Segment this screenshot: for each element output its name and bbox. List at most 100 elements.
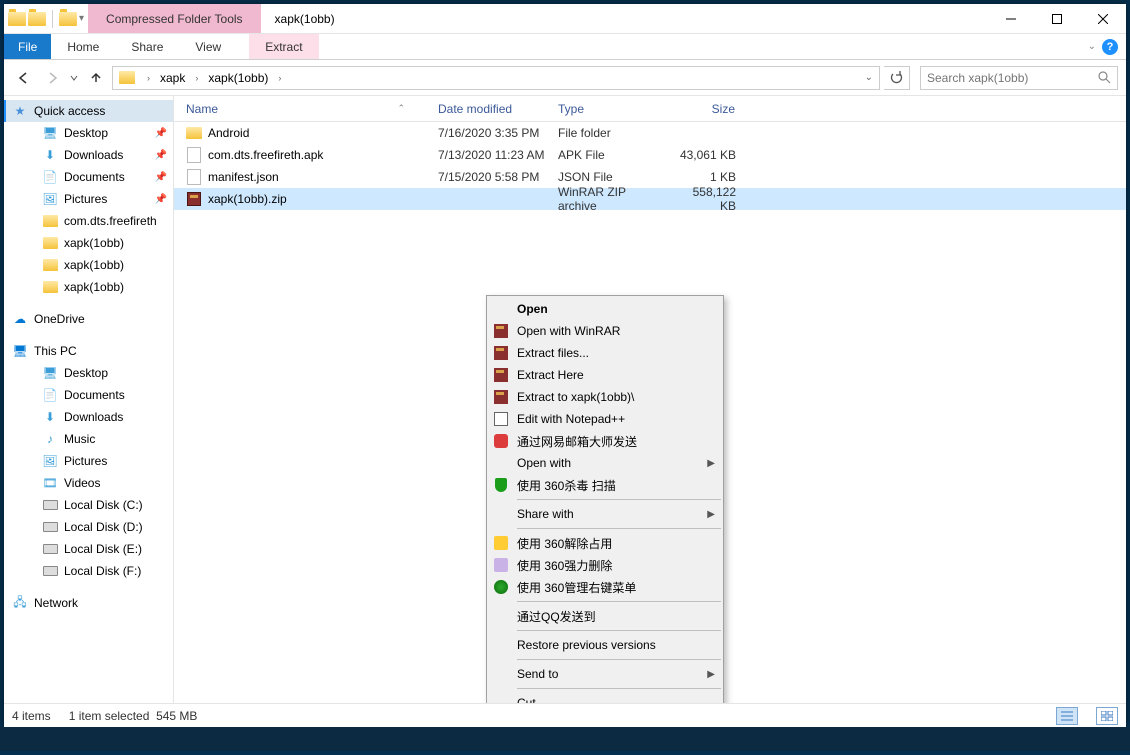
sidebar-item-drive-d[interactable]: Local Disk (D:) [4,516,173,538]
menu-item-label: 使用 360管理右键菜单 [517,579,715,596]
context-menu-item[interactable]: Edit with Notepad++ [487,408,723,430]
back-button[interactable] [12,66,36,90]
address-bar[interactable]: › xapk › xapk(1obb) › ⌄ [112,66,880,90]
tab-file[interactable]: File [4,34,51,59]
qat-folder-button[interactable] [28,10,46,28]
sidebar-item-drive-c[interactable]: Local Disk (C:) [4,494,173,516]
sidebar-item-downloads[interactable]: ⬇Downloads📌 [4,144,173,166]
file-name: Android [208,126,249,140]
search-box[interactable] [920,66,1118,90]
up-button[interactable] [84,66,108,90]
recent-dropdown-icon[interactable] [68,66,80,90]
breadcrumb-seg-2[interactable]: xapk(1obb) [204,71,272,85]
folder-icon [42,279,58,295]
menu-item-label: Send to [517,667,701,681]
tab-extract[interactable]: Extract [249,34,318,59]
explorer-window: ▾ Compressed Folder Tools xapk(1obb) Fil… [4,4,1126,727]
breadcrumb-seg-1[interactable]: xapk [156,71,189,85]
context-menu-item[interactable]: Open [487,298,723,320]
chevron-right-icon[interactable]: › [143,73,154,83]
context-menu-item[interactable]: 使用 360解除占用 [487,532,723,554]
search-icon[interactable] [1098,71,1111,84]
menu-separator [517,630,721,631]
column-name[interactable]: Name⌃ [180,102,432,116]
sidebar-item-network[interactable]: 🖧Network [4,592,173,614]
view-details-button[interactable] [1056,707,1078,725]
forward-button[interactable] [40,66,64,90]
context-menu-item[interactable]: Open with▶ [487,452,723,474]
menu-item-icon [491,608,511,624]
file-name: com.dts.freefireth.apk [208,148,323,162]
tab-home[interactable]: Home [51,34,115,59]
sidebar-item-documents[interactable]: 📄Documents📌 [4,166,173,188]
menu-item-icon [491,666,511,682]
menu-separator [517,601,721,602]
qat-dropdown-icon[interactable]: ▾ [79,13,84,24]
context-menu-item[interactable]: Extract Here [487,364,723,386]
menu-item-label: 使用 360杀毒 扫描 [517,477,715,494]
sidebar-item-tp-documents[interactable]: 📄Documents [4,384,173,406]
sidebar-item-tp-music[interactable]: ♪Music [4,428,173,450]
file-icon [186,125,202,141]
context-menu-item[interactable]: Share with▶ [487,503,723,525]
file-row[interactable]: Android7/16/2020 3:35 PMFile folder [174,122,1126,144]
column-type[interactable]: Type [552,102,670,116]
help-button[interactable]: ? [1102,39,1118,55]
context-menu-item[interactable]: Open with WinRAR [487,320,723,342]
ribbon-context-tab[interactable]: Compressed Folder Tools [88,4,261,33]
sidebar-item-drive-e[interactable]: Local Disk (E:) [4,538,173,560]
sidebar-item-tp-pictures[interactable]: 🖼Pictures [4,450,173,472]
file-row[interactable]: com.dts.freefireth.apk7/13/2020 11:23 AM… [174,144,1126,166]
sidebar-item-this-pc[interactable]: 🖥This PC [4,340,173,362]
sidebar-item-pictures[interactable]: 🖼Pictures📌 [4,188,173,210]
menu-item-label: Extract to xapk(1obb)\ [517,390,715,404]
ribbon-expand-icon[interactable]: ⌄ [1088,41,1096,52]
menu-separator [517,528,721,529]
address-dropdown-icon[interactable]: ⌄ [861,72,877,83]
sidebar-item-tp-videos[interactable]: 🎞Videos [4,472,173,494]
chevron-right-icon[interactable]: › [191,73,202,83]
desktop-icon: 🖥 [42,365,58,381]
sidebar-item-desktop[interactable]: 🖥Desktop📌 [4,122,173,144]
window-controls [988,4,1126,33]
maximize-button[interactable] [1034,4,1080,33]
minimize-button[interactable] [988,4,1034,33]
sidebar-item-tp-downloads[interactable]: ⬇Downloads [4,406,173,428]
context-menu-item[interactable]: Extract to xapk(1obb)\ [487,386,723,408]
downloads-icon: ⬇ [42,409,58,425]
pictures-icon: 🖼 [42,191,58,207]
search-input[interactable] [927,71,1094,85]
refresh-button[interactable] [884,66,910,90]
sidebar-item-pinned[interactable]: xapk(1obb) [4,232,173,254]
sidebar-item-pinned[interactable]: com.dts.freefireth [4,210,173,232]
close-button[interactable] [1080,4,1126,33]
sidebar-item-quick-access[interactable]: ★ Quick access [4,100,173,122]
navigation-pane[interactable]: ★ Quick access 🖥Desktop📌 ⬇Downloads📌 📄Do… [4,96,174,703]
context-menu-item[interactable]: 使用 360杀毒 扫描 [487,474,723,496]
context-menu-item[interactable]: Restore previous versions [487,634,723,656]
context-menu-item[interactable]: Send to▶ [487,663,723,685]
sidebar-item-tp-desktop[interactable]: 🖥Desktop [4,362,173,384]
sidebar-item-pinned[interactable]: xapk(1obb) [4,254,173,276]
view-large-icons-button[interactable] [1096,707,1118,725]
sidebar-item-pinned[interactable]: xapk(1obb) [4,276,173,298]
context-menu-item[interactable]: 通过QQ发送到 [487,605,723,627]
column-size[interactable]: Size [670,102,742,116]
context-menu-item[interactable]: 使用 360管理右键菜单 [487,576,723,598]
sidebar-item-drive-f[interactable]: Local Disk (F:) [4,560,173,582]
context-menu-item[interactable]: 通过网易邮箱大师发送 [487,430,723,452]
sidebar-item-onedrive[interactable]: ☁OneDrive [4,308,173,330]
documents-icon: 📄 [42,169,58,185]
context-menu-item[interactable]: 使用 360强力删除 [487,554,723,576]
column-date[interactable]: Date modified [432,102,552,116]
qat-open-folder-button[interactable] [59,10,77,28]
context-menu-item[interactable]: Cut [487,692,723,703]
taskbar[interactable] [0,727,1130,751]
status-items: 4 items [12,709,51,723]
chevron-right-icon[interactable]: › [274,73,285,83]
file-row[interactable]: xapk(1obb).zipWinRAR ZIP archive558,122 … [174,188,1126,210]
tab-view[interactable]: View [179,34,237,59]
tab-share[interactable]: Share [115,34,179,59]
breadcrumb-root-icon[interactable] [115,71,141,84]
context-menu-item[interactable]: Extract files... [487,342,723,364]
